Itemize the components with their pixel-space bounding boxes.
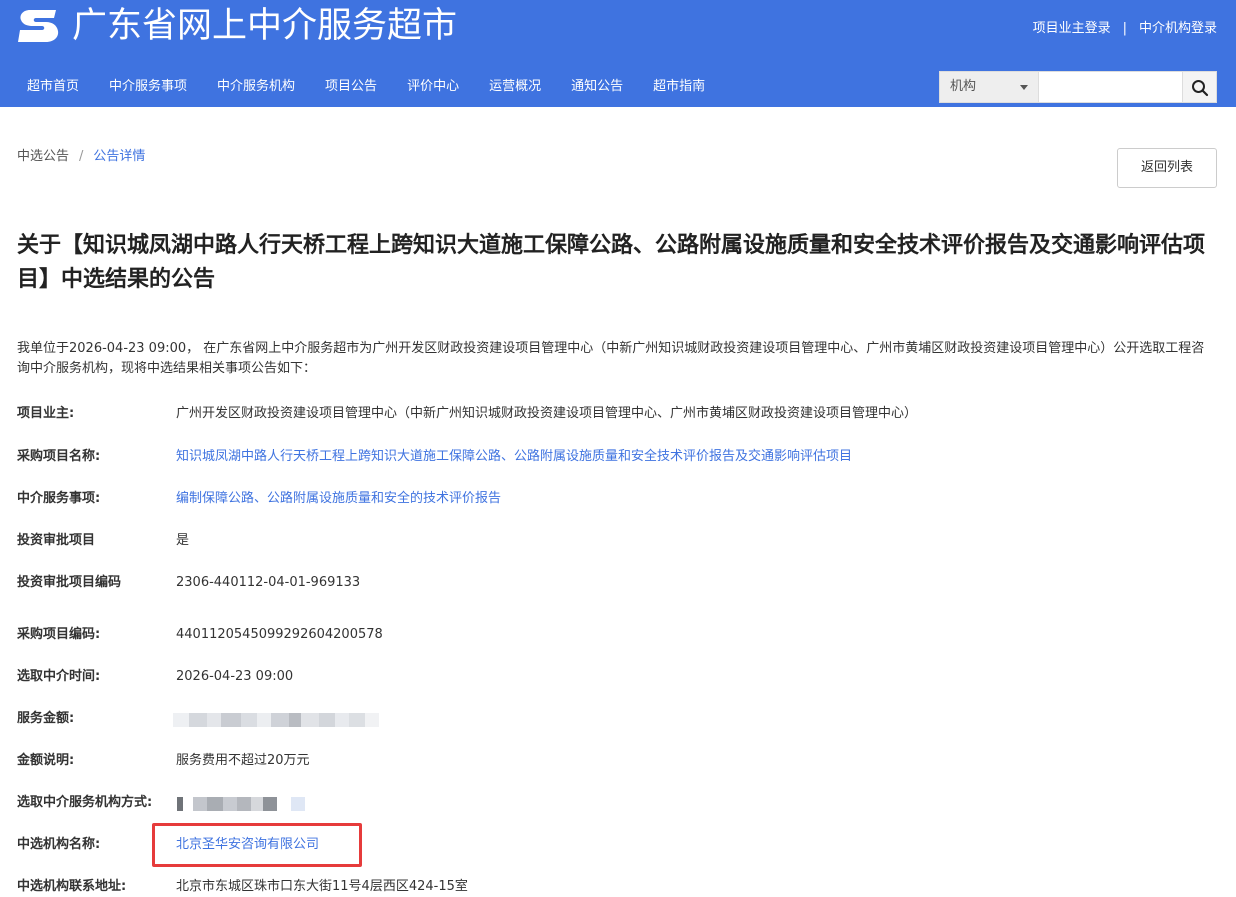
field-owner: 项目业主: 广州开发区财政投资建设项目管理中心（中新广州知识城财政投资建设项目管… <box>17 404 1217 424</box>
nav-item-project-announcements[interactable]: 项目公告 <box>310 70 392 104</box>
breadcrumb: 中选公告 / 公告详情 <box>17 148 145 166</box>
site-header: 广东省网上中介服务超市 项目业主登录 | 中介机构登录 超市首页 中介服务事项 中介… <box>0 0 1236 107</box>
search-icon <box>1192 80 1209 97</box>
page-title: 关于【知识城凤湖中路人行天桥工程上跨知识大道施工保障公路、公路附属设施质量和安全… <box>17 233 1206 292</box>
field-selection-time: 选取中介时间: 2026-04-23 09:00 <box>17 667 1217 687</box>
field-label: 采购项目名称: <box>17 449 101 464</box>
field-value: 2026-04-23 09:00 <box>176 669 294 684</box>
nav-item-service-items[interactable]: 中介服务事项 <box>94 70 202 104</box>
field-selection-method: 选取中介服务机构方式: <box>17 793 1217 813</box>
redacted-value-blur <box>177 797 305 811</box>
field-label: 金额说明: <box>17 753 75 768</box>
nav-item-guide[interactable]: 超市指南 <box>638 70 720 104</box>
back-to-list-button[interactable]: 返回列表 <box>1117 148 1217 188</box>
chevron-down-icon <box>1020 85 1028 90</box>
field-label: 选取中介服务机构方式: <box>17 795 153 810</box>
site-title: 广东省网上中介服务超市 <box>72 6 458 46</box>
owner-login-link[interactable]: 项目业主登录 <box>1033 21 1111 36</box>
field-value: 北京市东城区珠市口东大街11号4层西区424-15室 <box>176 879 468 894</box>
breadcrumb-item-selection-announcements[interactable]: 中选公告 <box>17 149 69 164</box>
search-button[interactable] <box>1183 71 1217 103</box>
field-label: 中介服务事项: <box>17 491 101 506</box>
project-name-link[interactable]: 知识城凤湖中路人行天桥工程上跨知识大道施工保障公路、公路附属设施质量和安全技术评… <box>176 447 852 467</box>
redacted-value-blur <box>173 713 379 727</box>
agency-login-link[interactable]: 中介机构登录 <box>1139 21 1217 36</box>
field-service-amount: 服务金额: <box>17 709 1217 729</box>
field-label: 投资审批项目 <box>17 533 96 548</box>
breadcrumb-item-detail: 公告详情 <box>93 149 146 164</box>
field-label: 选取中介时间: <box>17 669 101 684</box>
field-value: 服务费用不超过20万元 <box>176 753 310 768</box>
search-bar: 机构 <box>939 71 1217 103</box>
field-value: 440112054509929260420057​8 <box>176 627 383 642</box>
announcement-intro: 我单位于2026-04-23 09:00， 在广东省网上中介服务超市为广州开发区… <box>17 341 1205 376</box>
field-value: 广州开发区财政投资建设项目管理中心（中新广州知识城财政投资建设项目管理中心、广州… <box>176 406 918 421</box>
nav-item-operations-overview[interactable]: 运营概况 <box>474 70 556 104</box>
field-project-name: 采购项目名称: 知识城凤湖中路人行天桥工程上跨知识大道施工保障公路、公路附属设施… <box>17 447 1217 467</box>
nav-item-service-agencies[interactable]: 中介服务机构 <box>202 70 310 104</box>
top-links: 项目业主登录 | 中介机构登录 <box>1033 19 1217 39</box>
field-agency-address: 中选机构联系地址: 北京市东城区珠市口东大街11号4层西区424-15室 <box>17 877 1217 897</box>
main-nav: 超市首页 中介服务事项 中介服务机构 项目公告 评价中心 运营概况 通知公告 超… <box>12 70 720 104</box>
nav-item-notices[interactable]: 通知公告 <box>556 70 638 104</box>
breadcrumb-separator: / <box>79 149 84 164</box>
field-label: 采购项目编码: <box>17 627 101 642</box>
search-type-value: 机构 <box>950 79 977 94</box>
field-label: 服务金额: <box>17 711 75 726</box>
field-amount-note: 金额说明: 服务费用不超过20万元 <box>17 751 1217 771</box>
highlight-box <box>152 823 362 867</box>
field-label: 投资审批项目编码 <box>17 575 122 590</box>
field-label: 中选机构名称: <box>17 837 101 852</box>
top-links-separator: | <box>1122 21 1127 36</box>
field-value: 2306-440112-04-01-969133 <box>176 575 361 590</box>
nav-item-evaluation-center[interactable]: 评价中心 <box>392 70 474 104</box>
field-approval-code: 投资审批项目编码 2306-440112-04-01-969133 <box>17 573 1217 593</box>
field-label: 中选机构联系地址: <box>17 879 127 894</box>
search-type-select[interactable]: 机构 <box>939 71 1039 103</box>
field-investment-approval: 投资审批项目 是 <box>17 531 1217 551</box>
search-input[interactable] <box>1039 71 1183 103</box>
site-logo-icon[interactable] <box>16 6 62 46</box>
field-purchase-code: 采购项目编码: 440112054509929260420057​8 <box>17 625 1217 645</box>
field-value: 是 <box>176 533 190 548</box>
field-service-item: 中介服务事项: 编制保障公路、公路附属设施质量和安全的技术评价报告 <box>17 489 1217 509</box>
service-item-link[interactable]: 编制保障公路、公路附属设施质量和安全的技术评价报告 <box>176 489 501 509</box>
nav-item-home[interactable]: 超市首页 <box>12 70 94 104</box>
field-label: 项目业主: <box>17 406 75 421</box>
